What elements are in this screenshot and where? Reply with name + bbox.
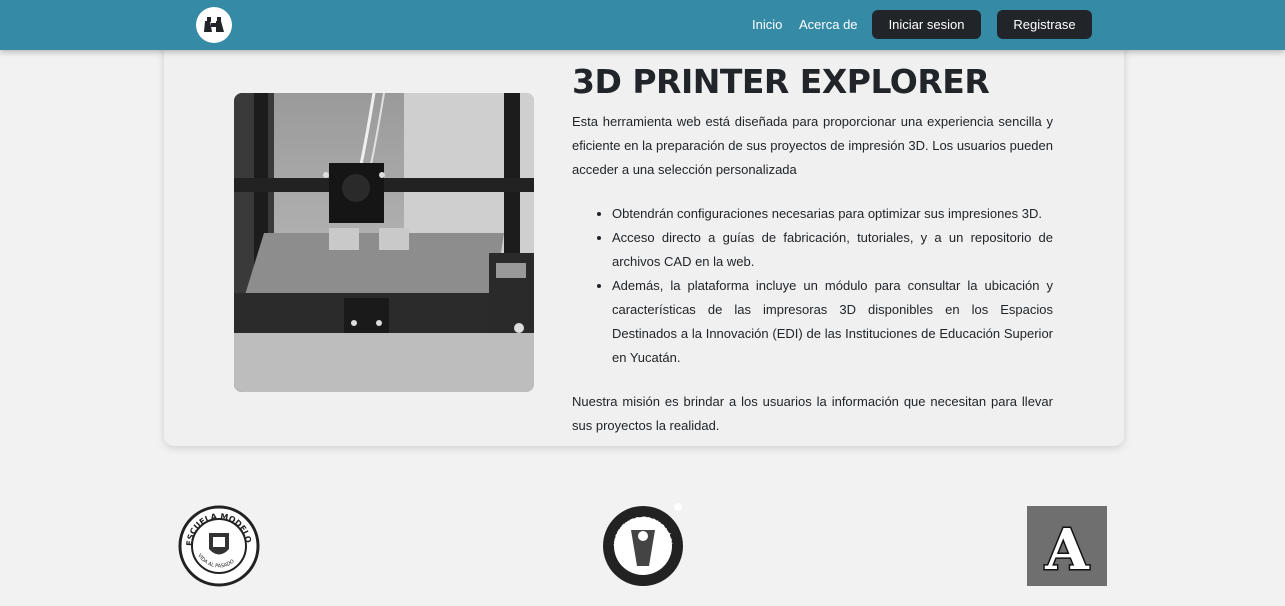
navbar: Inicio Acerca de Iniciar sesion Registra… [0, 0, 1285, 50]
svg-text:A: A [1044, 517, 1090, 583]
page-title: 3D PRINTER EXPLORER [572, 62, 990, 101]
binoculars-icon [204, 17, 224, 32]
nav-link-acerca-de[interactable]: Acerca de [799, 17, 858, 32]
mission-text: Nuestra misión es brindar a los usuarios… [572, 394, 1053, 433]
register-button[interactable]: Registrase [997, 10, 1092, 39]
printer-photo [234, 93, 534, 392]
instituto-tecnologico-logo[interactable]: INSTITUTO TECNOLÓGICO MÉRIDA YUCATÁN [598, 495, 685, 588]
home-logo[interactable] [196, 7, 232, 43]
intro-text: Esta herramienta web está diseñada para … [572, 114, 1053, 177]
nav-link-inicio[interactable]: Inicio [752, 17, 782, 32]
hero-content: 3D PRINTER EXPLORER Esta herramienta web… [572, 62, 1053, 438]
hero-card: 3D PRINTER EXPLORER Esta herramienta web… [164, 36, 1124, 446]
features-list: Obtendrán configuraciones necesarias par… [572, 202, 1053, 370]
list-item: Además, la plataforma incluye un módulo … [612, 274, 1053, 370]
list-item: Acceso directo a guías de fabricación, t… [612, 226, 1053, 274]
login-button[interactable]: Iniciar sesion [872, 10, 981, 39]
escuela-modelo-logo[interactable]: ESCUELA MODELO VIDA AL PASADO [178, 505, 260, 587]
anahuac-logo[interactable]: A [1027, 506, 1107, 586]
list-item: Obtendrán configuraciones necesarias par… [612, 202, 1053, 226]
